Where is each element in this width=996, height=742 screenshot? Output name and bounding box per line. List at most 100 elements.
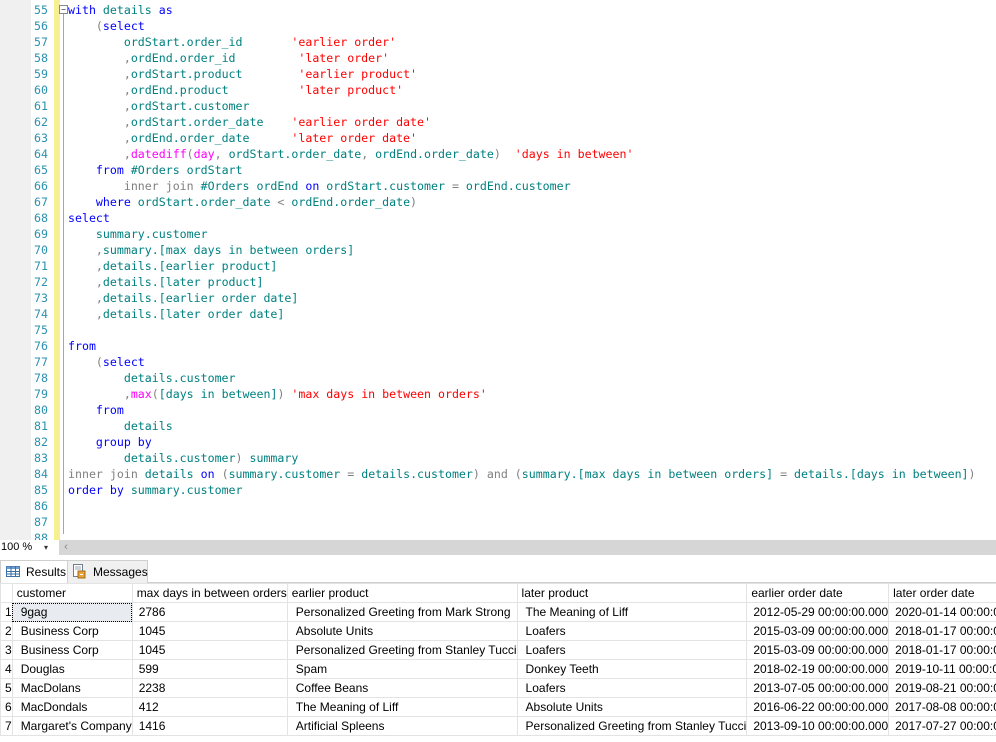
table-row[interactable]: 2 Business Corp 1045 Absolute Units Loafers 2… bbox=[0, 621, 996, 641]
code-line[interactable]: 79 ,max([days in between]) 'max days in … bbox=[0, 386, 996, 402]
table-cell[interactable]: Coffee Beans bbox=[286, 678, 518, 698]
row-number[interactable]: 1 bbox=[0, 602, 13, 622]
scroll-left-button[interactable]: ‹ bbox=[60, 540, 72, 555]
table-cell[interactable]: 2012-05-29 00:00:00.000 bbox=[746, 602, 890, 622]
code-line[interactable]: 87 bbox=[0, 514, 996, 530]
table-row[interactable]: 3 Business Corp 1045 Personalized Greeting … bbox=[0, 640, 996, 660]
table-row[interactable]: 4 Douglas 599 Spam Donkey Teeth 2018-02-19 00… bbox=[0, 659, 996, 679]
table-cell[interactable]: 412 bbox=[131, 697, 288, 717]
row-number[interactable]: 4 bbox=[0, 659, 13, 679]
code-line[interactable]: 86 bbox=[0, 498, 996, 514]
row-number[interactable]: 5 bbox=[0, 678, 13, 698]
table-cell[interactable]: 2018-01-17 00:00:00.000 bbox=[888, 640, 996, 660]
table-cell[interactable]: 2017-07-27 00:00:00.000 bbox=[888, 716, 996, 736]
code-line[interactable]: 85 order by summary.customer bbox=[0, 482, 996, 498]
query-editor[interactable]: − 55 with details as 56 (select 57 ordStart… bbox=[0, 0, 996, 540]
code-line[interactable]: 74 ,details.[later order date] bbox=[0, 306, 996, 322]
code-line[interactable]: 72 ,details.[later product] bbox=[0, 274, 996, 290]
code-line[interactable]: 63 ,ordEnd.order_date 'later order date' bbox=[0, 130, 996, 146]
column-header[interactable]: earlier order date bbox=[746, 583, 890, 603]
table-cell[interactable]: Loafers bbox=[516, 678, 748, 698]
table-cell[interactable]: Personalized Greeting from Mark Strong bbox=[286, 602, 518, 622]
table-cell[interactable]: 9gag bbox=[11, 602, 133, 622]
code-line[interactable]: 59 ,ordStart.product 'earlier product' bbox=[0, 66, 996, 82]
code-line[interactable]: 75 bbox=[0, 322, 996, 338]
code-line[interactable]: 81 details bbox=[0, 418, 996, 434]
table-cell[interactable]: 2013-07-05 00:00:00.000 bbox=[746, 678, 890, 698]
code-line[interactable]: 64 ,datediff(day, ordStart.order_date, o… bbox=[0, 146, 996, 162]
table-cell[interactable]: Absolute Units bbox=[286, 621, 518, 641]
table-cell[interactable]: 2013-09-10 00:00:00.000 bbox=[746, 716, 890, 736]
code-line[interactable]: 76 from bbox=[0, 338, 996, 354]
tab-messages[interactable]: Messages bbox=[67, 560, 148, 583]
table-cell[interactable]: 2018-02-19 00:00:00.000 bbox=[746, 659, 890, 679]
table-cell[interactable]: Donkey Teeth bbox=[516, 659, 748, 679]
table-row[interactable]: 1 9gag 2786 Personalized Greeting from Mark… bbox=[0, 602, 996, 622]
table-cell[interactable]: Douglas bbox=[11, 659, 133, 679]
code-line[interactable]: 83 details.customer) summary bbox=[0, 450, 996, 466]
code-line[interactable]: 67 where ordStart.order_date < ordEnd.or… bbox=[0, 194, 996, 210]
table-cell[interactable]: Margaret's Company bbox=[11, 716, 133, 736]
row-number[interactable]: 3 bbox=[0, 640, 13, 660]
code-line[interactable]: 77 (select bbox=[0, 354, 996, 370]
table-row[interactable]: 5 MacDolans 2238 Coffee Beans Loafers 2013-07… bbox=[0, 678, 996, 698]
row-number[interactable]: 2 bbox=[0, 621, 13, 641]
table-cell[interactable]: 2016-06-22 00:00:00.000 bbox=[746, 697, 890, 717]
table-cell[interactable]: Business Corp bbox=[11, 621, 133, 641]
code-line[interactable]: 65 from #Orders ordStart bbox=[0, 162, 996, 178]
table-cell[interactable]: Loafers bbox=[516, 640, 748, 660]
table-cell[interactable]: 2015-03-09 00:00:00.000 bbox=[746, 621, 890, 641]
column-header[interactable]: later order date bbox=[888, 583, 996, 603]
table-cell[interactable]: 1045 bbox=[131, 621, 288, 641]
table-cell[interactable]: MacDondals bbox=[11, 697, 133, 717]
table-cell[interactable]: 1045 bbox=[131, 640, 288, 660]
table-cell[interactable]: The Meaning of Liff bbox=[516, 602, 748, 622]
code-line[interactable]: 62 ,ordStart.order_date 'earlier order d… bbox=[0, 114, 996, 130]
code-line[interactable]: 60 ,ordEnd.product 'later product' bbox=[0, 82, 996, 98]
code-line[interactable]: 70 ,summary.[max days in between orders] bbox=[0, 242, 996, 258]
code-line[interactable]: 55 with details as bbox=[0, 2, 996, 18]
tab-results[interactable]: Results bbox=[0, 560, 68, 583]
code-line[interactable]: 66 inner join #Orders ordEnd on ordStart… bbox=[0, 178, 996, 194]
code-line[interactable]: 68 select bbox=[0, 210, 996, 226]
row-number[interactable]: 6 bbox=[0, 697, 13, 717]
table-cell[interactable]: 2015-03-09 00:00:00.000 bbox=[746, 640, 890, 660]
table-cell[interactable]: The Meaning of Liff bbox=[286, 697, 518, 717]
column-header[interactable]: later product bbox=[516, 583, 748, 603]
code-line[interactable]: 69 summary.customer bbox=[0, 226, 996, 242]
table-cell[interactable]: Personalized Greeting from Stanley Tucci bbox=[286, 640, 518, 660]
code-line[interactable]: 78 details.customer bbox=[0, 370, 996, 386]
code-line[interactable]: 80 from bbox=[0, 402, 996, 418]
table-row[interactable]: 6 MacDondals 412 The Meaning of Liff Absolut… bbox=[0, 697, 996, 717]
table-cell[interactable]: 2020-01-14 00:00:00.000 bbox=[888, 602, 996, 622]
row-number-header[interactable] bbox=[0, 583, 13, 603]
code-line[interactable]: 84 inner join details on (summary.custome… bbox=[0, 466, 996, 482]
column-header[interactable]: earlier product bbox=[286, 583, 518, 603]
column-header[interactable]: customer bbox=[11, 583, 133, 603]
table-cell[interactable]: 2019-08-21 00:00:00.000 bbox=[888, 678, 996, 698]
zoom-level-dropdown[interactable]: 100 % ▾ bbox=[0, 540, 59, 555]
table-cell[interactable]: 2786 bbox=[131, 602, 288, 622]
table-cell[interactable]: 2017-08-08 00:00:00.000 bbox=[888, 697, 996, 717]
code-line[interactable]: 71 ,details.[earlier product] bbox=[0, 258, 996, 274]
code-line[interactable]: 61 ,ordStart.customer bbox=[0, 98, 996, 114]
code-line[interactable]: 56 (select bbox=[0, 18, 996, 34]
table-cell[interactable]: 599 bbox=[131, 659, 288, 679]
code-line[interactable]: 57 ordStart.order_id 'earlier order' bbox=[0, 34, 996, 50]
code-line[interactable]: 82 group by bbox=[0, 434, 996, 450]
table-row[interactable]: 7 Margaret's Company 1416 Artificial Spleen… bbox=[0, 716, 996, 736]
table-cell[interactable]: Absolute Units bbox=[516, 697, 748, 717]
column-header[interactable]: max days in between orders bbox=[131, 583, 288, 603]
table-cell[interactable]: 2018-01-17 00:00:00.000 bbox=[888, 621, 996, 641]
table-cell[interactable]: Artificial Spleens bbox=[286, 716, 518, 736]
table-cell[interactable]: 2019-10-11 00:00:00.000 bbox=[888, 659, 996, 679]
table-cell[interactable]: Personalized Greeting from Stanley Tucci bbox=[516, 716, 748, 736]
table-cell[interactable]: Spam bbox=[286, 659, 518, 679]
table-cell[interactable]: Business Corp bbox=[11, 640, 133, 660]
table-cell[interactable]: MacDolans bbox=[11, 678, 133, 698]
table-cell[interactable]: 1416 bbox=[131, 716, 288, 736]
row-number[interactable]: 7 bbox=[0, 716, 13, 736]
table-cell[interactable]: Loafers bbox=[516, 621, 748, 641]
code-line[interactable]: 73 ,details.[earlier order date] bbox=[0, 290, 996, 306]
table-cell[interactable]: 2238 bbox=[131, 678, 288, 698]
